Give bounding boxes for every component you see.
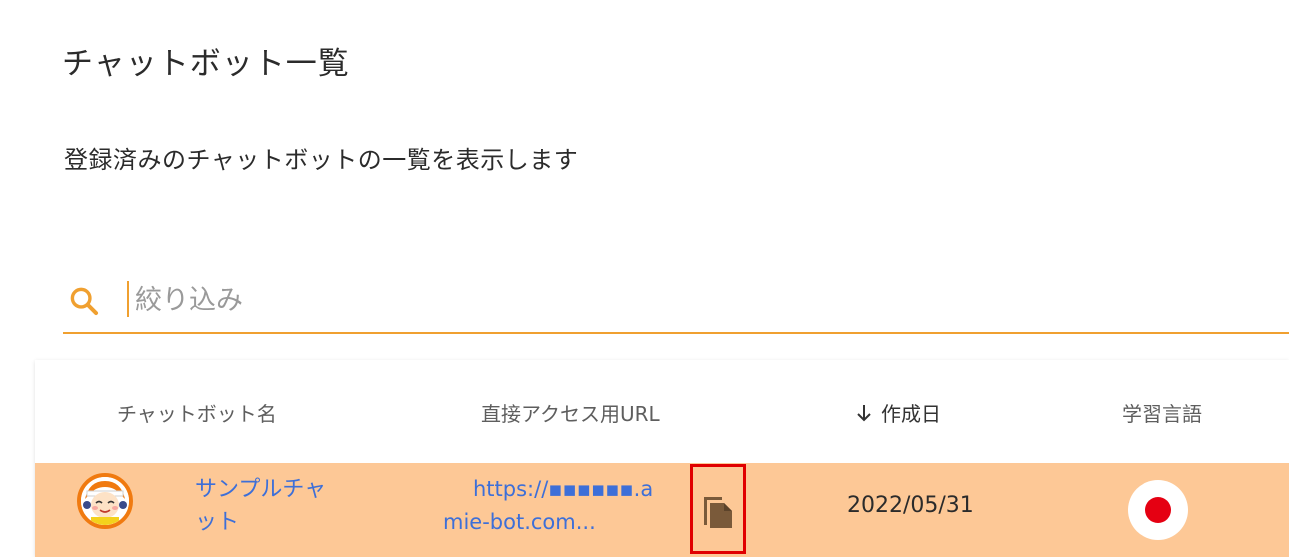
copy-icon	[704, 497, 732, 528]
text-caret	[127, 281, 129, 317]
column-header-language[interactable]: 学習言語	[1122, 398, 1202, 427]
column-header-created[interactable]: 作成日	[855, 398, 941, 427]
flag-circle	[1145, 497, 1171, 523]
bot-url-link[interactable]: https://▪▪▪▪▪▪.a mie-bot.com...	[443, 473, 683, 539]
chatbot-table: チャットボット名 直接アクセス用URL 作成日 学習言語 サンプルチャット ht…	[35, 360, 1289, 557]
page-description: 登録済みのチャットボットの一覧を表示します	[64, 146, 579, 174]
copy-url-button[interactable]	[690, 464, 746, 554]
created-date: 2022/05/31	[847, 493, 974, 518]
column-header-created-label: 作成日	[881, 402, 941, 426]
bot-url-line-2: mie-bot.com...	[443, 510, 596, 534]
column-header-url[interactable]: 直接アクセス用URL	[481, 398, 660, 427]
japan-flag-icon	[1128, 480, 1188, 540]
arrow-down-icon	[857, 404, 871, 421]
bot-name-link[interactable]: サンプルチャット	[195, 473, 345, 539]
search-icon	[70, 287, 99, 316]
table-row[interactable]: サンプルチャット https://▪▪▪▪▪▪.a mie-bot.com...…	[35, 463, 1289, 557]
bot-avatar	[77, 473, 133, 529]
page-title: チャットボット一覧	[62, 46, 350, 82]
search-bar	[63, 270, 1289, 334]
search-input[interactable]	[133, 278, 1237, 322]
bot-url-line-1: https://▪▪▪▪▪▪.a	[473, 477, 654, 501]
column-header-name[interactable]: チャットボット名	[117, 398, 277, 427]
bot-avatar-image	[81, 477, 129, 525]
